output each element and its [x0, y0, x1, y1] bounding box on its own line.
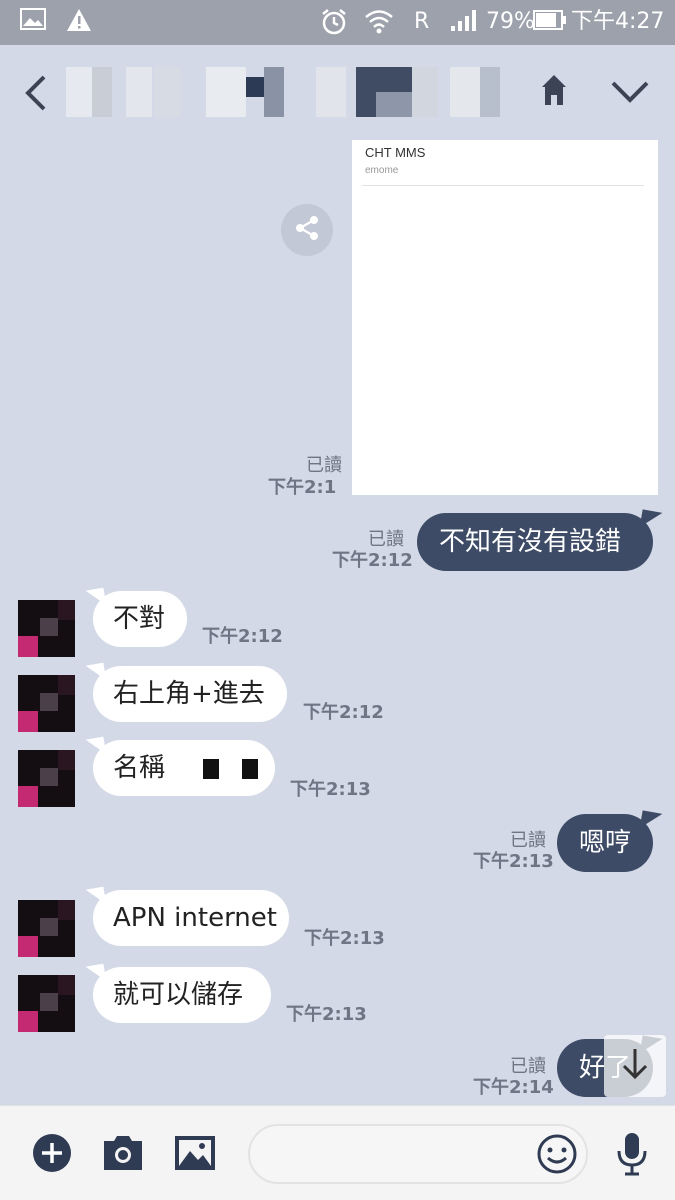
message-bubble-incoming[interactable]: 名稱	[93, 740, 275, 796]
message-time: 下午2:13	[304, 928, 385, 949]
alarm-icon	[320, 8, 348, 44]
image-icon[interactable]	[174, 1133, 216, 1177]
message-bubble-incoming[interactable]: APN internet	[93, 890, 289, 946]
message-time: 下午2:12	[332, 550, 413, 571]
battery-icon	[533, 8, 567, 40]
avatar[interactable]	[18, 975, 75, 1032]
avatar[interactable]	[18, 750, 75, 807]
clock: 下午4:27	[571, 9, 665, 34]
chat-header	[0, 45, 675, 140]
message-bubble-outgoing[interactable]: 嗯哼	[557, 814, 653, 872]
roaming-indicator: R	[414, 9, 430, 34]
chat-title-redacted	[66, 67, 544, 117]
mms-subtitle: emome	[365, 165, 399, 176]
signal-icon	[450, 8, 480, 40]
microphone-icon[interactable]	[615, 1131, 649, 1181]
message-bubble-incoming[interactable]: 不對	[93, 591, 187, 647]
message-time: 下午2:13	[473, 851, 554, 872]
message-text: 名稱	[113, 753, 166, 783]
avatar[interactable]	[18, 900, 75, 957]
gallery-notification-icon	[20, 8, 46, 38]
status-bar: R 79% 下午4:27	[0, 0, 675, 45]
input-bar	[0, 1105, 675, 1200]
warning-icon	[66, 8, 92, 40]
chevron-down-icon[interactable]	[610, 79, 650, 109]
message-time: 下午2:13	[286, 1004, 367, 1025]
mms-title: CHT MMS	[365, 145, 426, 160]
wifi-icon	[364, 8, 394, 42]
arrow-down-icon	[620, 1047, 650, 1085]
message-time: 下午2:13	[290, 779, 371, 800]
mms-divider	[362, 185, 644, 186]
avatar[interactable]	[18, 600, 75, 657]
message-bubble-incoming[interactable]: 就可以儲存	[93, 967, 271, 1023]
camera-icon[interactable]	[102, 1133, 144, 1177]
message-time: 下午2:14	[473, 1077, 554, 1098]
message-time: 下午2:1	[268, 477, 337, 498]
back-icon[interactable]	[22, 73, 52, 117]
mms-attachment-card[interactable]: CHT MMS emome	[352, 140, 658, 495]
home-icon[interactable]	[540, 73, 568, 111]
emoji-icon[interactable]	[536, 1133, 578, 1179]
battery-percent: 79%	[486, 9, 535, 34]
share-button[interactable]	[281, 204, 333, 256]
message-list[interactable]: CHT MMS emome 已讀 下午2:1 已讀 下午2:12 不知有沒有設錯…	[0, 140, 675, 1105]
plus-icon[interactable]	[32, 1133, 72, 1177]
message-time: 下午2:12	[303, 702, 384, 723]
scroll-to-bottom-button[interactable]	[604, 1035, 666, 1097]
message-time: 下午2:12	[202, 626, 283, 647]
message-bubble-outgoing[interactable]: 不知有沒有設錯	[417, 513, 653, 571]
avatar[interactable]	[18, 675, 75, 732]
share-icon	[293, 214, 321, 246]
redaction-block	[203, 758, 220, 779]
redaction-block	[241, 758, 258, 779]
message-bubble-incoming[interactable]: 右上角+進去	[93, 666, 287, 722]
